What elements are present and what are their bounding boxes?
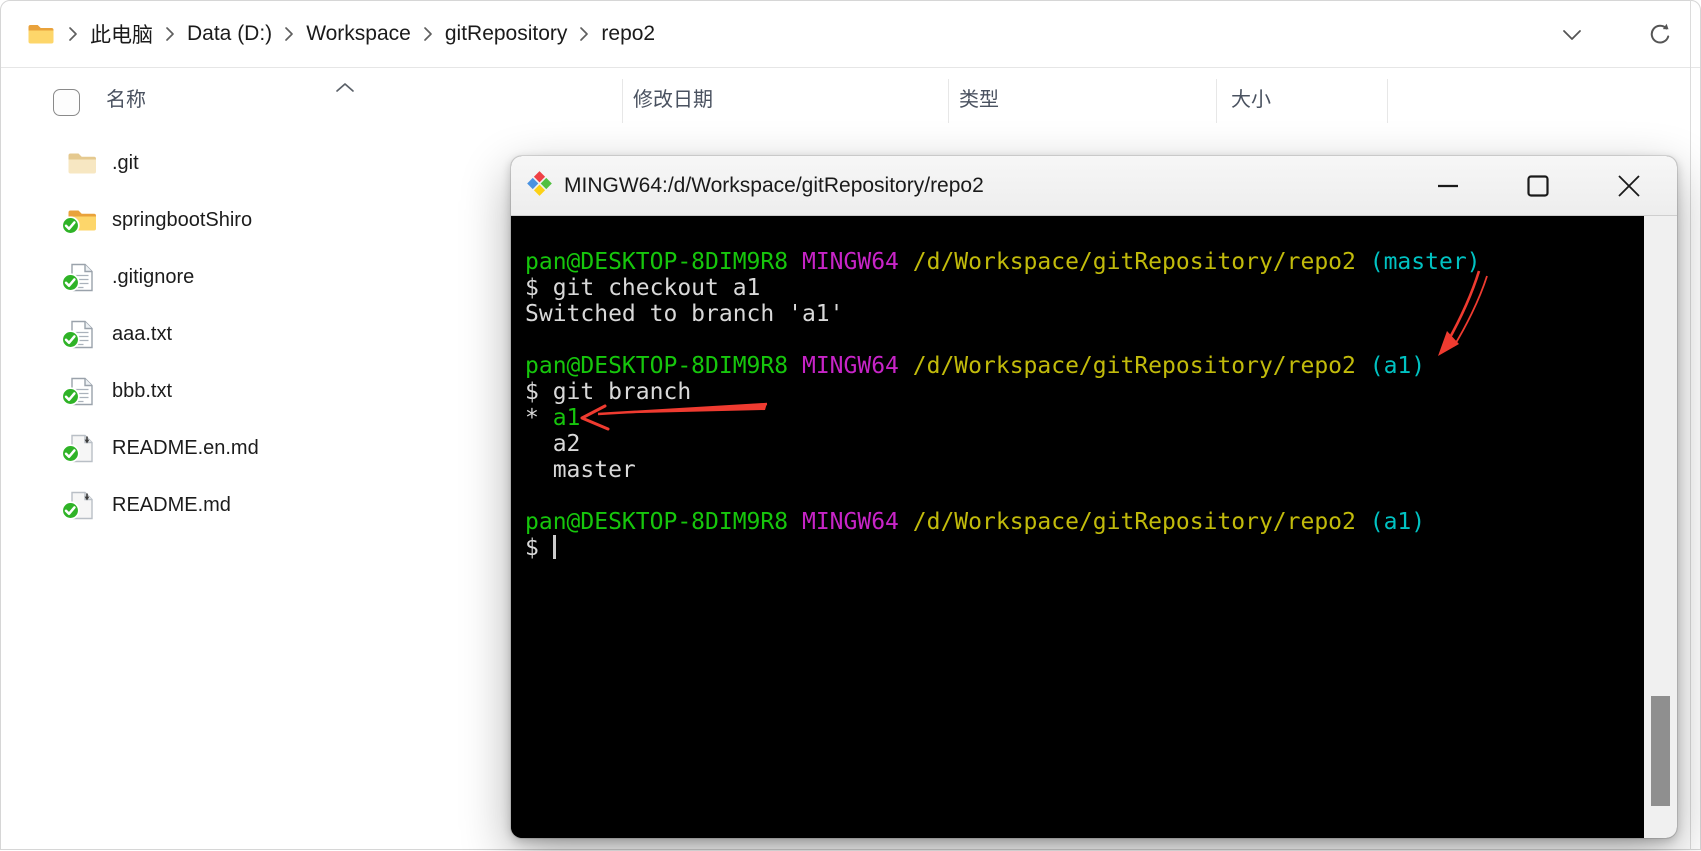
column-divider[interactable] [1387, 79, 1388, 123]
terminal-line: master [525, 457, 1644, 483]
terminal-line [525, 483, 1644, 509]
addressbar-actions [1554, 1, 1678, 68]
md-file-icon [67, 434, 97, 464]
breadcrumb-item[interactable]: repo2 [595, 18, 661, 50]
breadcrumb: 此电脑 Data (D:) Workspace gitRepository repo2 [62, 15, 661, 53]
terminal-line: Switched to branch 'a1' [525, 301, 1644, 327]
breadcrumb-item[interactable]: 此电脑 [84, 15, 159, 53]
sort-ascending-icon [335, 80, 355, 98]
terminal-scrollbar[interactable] [1644, 216, 1677, 838]
file-name: .gitignore [112, 266, 194, 289]
git-synced-check-icon [61, 444, 80, 468]
terminal-line: * a1 [525, 405, 1644, 431]
chevron-right-icon [68, 26, 78, 42]
md-file-icon [67, 491, 97, 521]
select-all-checkbox[interactable] [53, 89, 80, 116]
column-header-row: 名称 修改日期 类型 大小 [1, 69, 1691, 131]
file-row[interactable]: aaa.txt [1, 306, 471, 363]
git-synced-check-icon [61, 387, 80, 411]
git-synced-check-icon [61, 330, 80, 354]
git-synced-check-icon [61, 216, 80, 240]
terminal-output[interactable]: pan@DESKTOP-8DIM9R8 MINGW64 /d/Workspace… [511, 216, 1644, 838]
terminal-titlebar[interactable]: MINGW64:/d/Workspace/gitRepository/repo2 [511, 156, 1677, 216]
file-name: bbb.txt [112, 380, 172, 403]
chevron-right-icon [579, 26, 589, 42]
file-row[interactable]: README.en.md [1, 420, 471, 477]
file-explorer-window: 此电脑Data (D:)WorkspacegitRepositoryrepo2 … [0, 0, 1701, 850]
mingw64-app-icon [526, 170, 553, 202]
breadcrumb-item[interactable]: Workspace [300, 18, 417, 50]
text-file-icon [67, 377, 97, 407]
column-header-size[interactable]: 大小 [1231, 69, 1271, 131]
minimize-icon[interactable] [1426, 156, 1470, 216]
text-file-icon [67, 320, 97, 350]
file-name: .git [112, 152, 139, 175]
terminal-line: $ [525, 535, 1644, 561]
folder-icon [67, 206, 97, 236]
git-synced-check-icon [61, 501, 80, 525]
terminal-window: MINGW64:/d/Workspace/gitRepository/repo2… [511, 156, 1677, 838]
file-row[interactable]: springbootShiro [1, 192, 471, 249]
terminal-cursor [553, 535, 556, 559]
chevron-right-icon [423, 26, 433, 42]
chevron-right-icon [284, 26, 294, 42]
file-name: README.en.md [112, 437, 259, 460]
refresh-icon[interactable] [1642, 17, 1678, 53]
chevron-right-icon [165, 26, 175, 42]
folder-icon [27, 23, 54, 45]
file-name: aaa.txt [112, 323, 172, 346]
terminal-line [525, 327, 1644, 353]
git-synced-check-icon [61, 273, 80, 297]
column-divider[interactable] [622, 79, 623, 123]
file-name: springbootShiro [112, 209, 252, 232]
breadcrumb-item[interactable]: Data (D:) [181, 18, 278, 50]
terminal-line: $ git checkout a1 [525, 275, 1644, 301]
terminal-line: $ git branch [525, 379, 1644, 405]
close-icon[interactable] [1607, 156, 1651, 216]
file-name: README.md [112, 494, 231, 517]
breadcrumb-bar: 此电脑 Data (D:) Workspace gitRepository repo2 [1, 1, 1700, 68]
file-row[interactable]: .gitignore [1, 249, 471, 306]
file-row[interactable]: .git [1, 135, 471, 192]
column-header-type[interactable]: 类型 [959, 69, 999, 131]
text-file-icon [67, 263, 97, 293]
folder-icon [67, 149, 97, 179]
terminal-line: pan@DESKTOP-8DIM9R8 MINGW64 /d/Workspace… [525, 353, 1644, 379]
maximize-icon[interactable] [1516, 156, 1560, 216]
breadcrumb-item[interactable]: gitRepository [439, 18, 574, 50]
explorer-right-border [1690, 0, 1691, 850]
column-divider[interactable] [1216, 79, 1217, 123]
terminal-title: MINGW64:/d/Workspace/gitRepository/repo2 [564, 174, 984, 198]
chevron-down-icon[interactable] [1554, 17, 1590, 53]
file-row[interactable]: bbb.txt [1, 363, 471, 420]
column-header-name[interactable]: 名称 [106, 69, 146, 131]
terminal-line: pan@DESKTOP-8DIM9R8 MINGW64 /d/Workspace… [525, 249, 1644, 275]
terminal-scrollbar-thumb[interactable] [1651, 696, 1670, 806]
file-list: .git springbootShiro .gitignore aaa.txt bbb.… [1, 135, 471, 534]
terminal-line: pan@DESKTOP-8DIM9R8 MINGW64 /d/Workspace… [525, 509, 1644, 535]
file-row[interactable]: README.md [1, 477, 471, 534]
terminal-line: a2 [525, 431, 1644, 457]
column-header-date-modified[interactable]: 修改日期 [633, 69, 713, 131]
column-divider[interactable] [948, 79, 949, 123]
